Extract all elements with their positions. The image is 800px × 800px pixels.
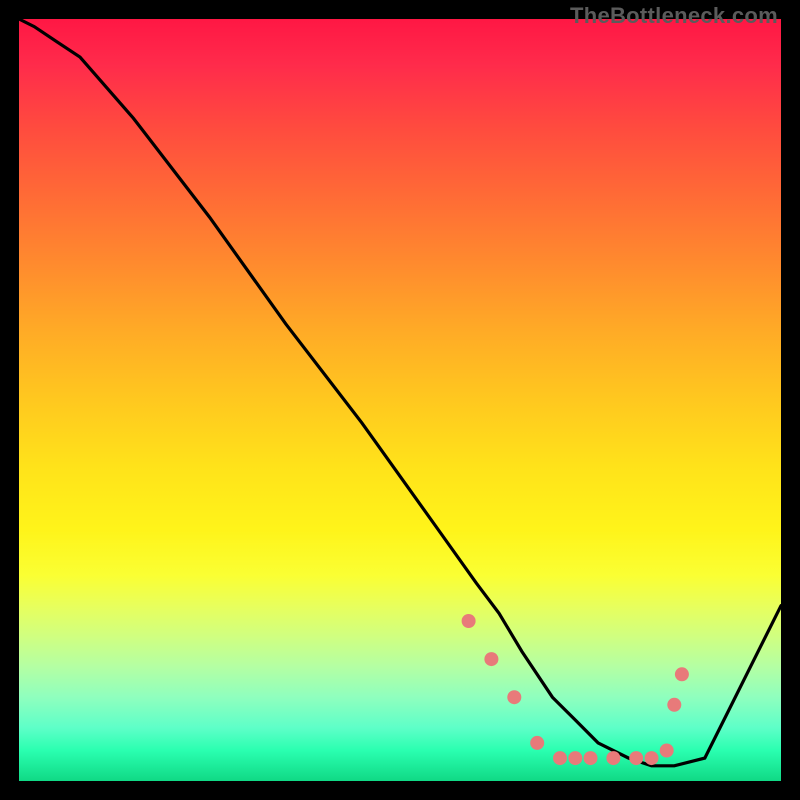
- optimal-marker: [507, 690, 521, 704]
- curve-svg: [19, 19, 781, 781]
- optimal-marker: [667, 698, 681, 712]
- watermark-text: TheBottleneck.com: [570, 3, 778, 29]
- optimal-range-markers: [462, 614, 689, 765]
- optimal-marker: [675, 667, 689, 681]
- optimal-marker: [568, 751, 582, 765]
- optimal-marker: [484, 652, 498, 666]
- optimal-marker: [462, 614, 476, 628]
- bottleneck-curve: [19, 19, 781, 766]
- optimal-marker: [530, 736, 544, 750]
- optimal-marker: [645, 751, 659, 765]
- plot-area: [19, 19, 781, 781]
- optimal-marker: [553, 751, 567, 765]
- optimal-marker: [629, 751, 643, 765]
- optimal-marker: [584, 751, 598, 765]
- optimal-marker: [606, 751, 620, 765]
- chart-stage: TheBottleneck.com: [0, 0, 800, 800]
- optimal-marker: [660, 744, 674, 758]
